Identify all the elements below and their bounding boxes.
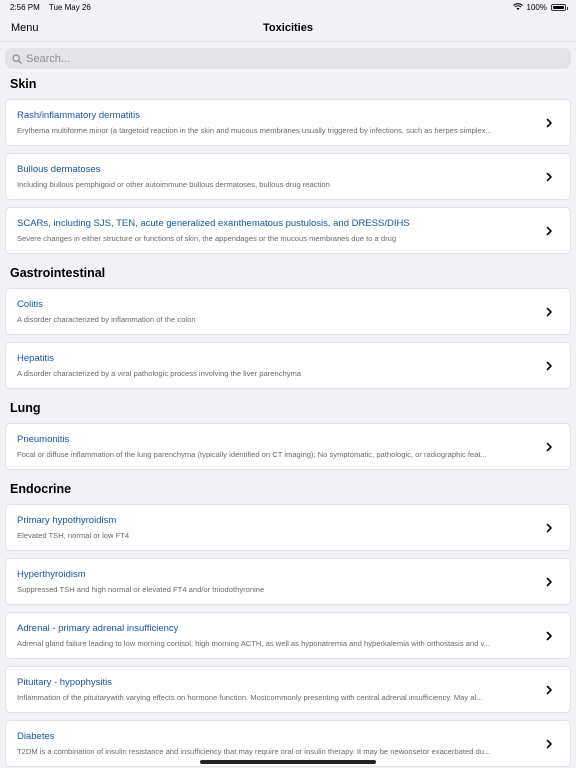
search-box[interactable] [5, 48, 571, 69]
item-title: Rash/inflammatory dermatitis [17, 110, 141, 121]
chevron-right-icon [546, 226, 552, 236]
chevron-right-icon [546, 523, 552, 533]
chevron-right-icon [546, 577, 552, 587]
battery-percent: 100% [526, 2, 547, 12]
item-title: SCARs, including SJS, TEN, acute general… [17, 218, 410, 229]
section-header-lung: Lung [10, 401, 41, 415]
item-description: A disorder characterized by a viral path… [17, 369, 302, 378]
status-date: Tue May 26 [48, 2, 91, 12]
chevron-right-icon [546, 631, 552, 641]
item-title: Adrenal - primary adrenal insufficiency [17, 623, 179, 634]
chevron-right-icon [546, 118, 552, 128]
toxicity-list: Skin Rash/inflammatory dermatitis Erythema… [0, 72, 576, 767]
status-left: 2:56 PM Tue May 26 [10, 3, 98, 12]
item-title: Primary hypothyroidism [17, 515, 117, 526]
battery-icon [551, 3, 568, 11]
nav-bar: Menu Toxicities [0, 14, 576, 42]
item-title: Pneumonitis [17, 434, 70, 445]
home-indicator [200, 760, 376, 764]
item-description: Including bullous pemphigoid or other au… [17, 180, 330, 189]
list-item[interactable]: Adrenal - primary adrenal insufficiency A… [5, 612, 571, 659]
search-icon [12, 53, 22, 64]
status-bar: 2:56 PM Tue May 26 100% [0, 0, 576, 14]
list-item[interactable]: Primary hypothyroidism Elevated TSH, norm… [5, 504, 571, 551]
chevron-right-icon [546, 442, 552, 452]
item-title: Hyperthyroidism [17, 569, 86, 580]
search-bar [0, 42, 576, 72]
status-right: 100% [512, 2, 568, 12]
section-header-endocrine: Endocrine [10, 482, 72, 496]
section-header-skin: Skin [10, 77, 37, 91]
list-item[interactable]: Bullous dermatoses Including bullous pemp… [5, 153, 571, 200]
list-item[interactable]: Hyperthyroidism Suppressed TSH and high n… [5, 558, 571, 605]
list-item[interactable]: SCARs, including SJS, TEN, acute general… [5, 207, 571, 254]
menu-button[interactable]: Menu [11, 22, 39, 34]
item-description: A disorder characterized by inflammation… [17, 315, 196, 324]
item-title: Bullous dermatoses [17, 164, 101, 175]
item-title: Hepatitis [17, 353, 54, 364]
item-description: Elevated TSH, normal or low FT4 [17, 531, 130, 540]
chevron-right-icon [546, 361, 552, 371]
item-description: Severe changes in either structure or fu… [17, 234, 397, 243]
section-header-gastrointestinal: Gastrointestinal [10, 266, 106, 280]
search-input[interactable] [26, 52, 564, 65]
item-description: Adrenal gland failure leading to low mor… [17, 639, 491, 648]
page-title: Toxicities [263, 21, 313, 34]
item-description: T2DM is a combination of insulin resista… [17, 747, 491, 756]
list-item[interactable]: Colitis A disorder characterized by infla… [5, 288, 571, 335]
wifi-icon [512, 3, 523, 10]
chevron-right-icon [546, 685, 552, 695]
item-title: Colitis [17, 299, 43, 310]
item-title: Pituitary - hypophysitis [17, 677, 113, 688]
item-description: Inflammation of the pituitarywith varyin… [17, 693, 483, 702]
list-item[interactable]: Rash/inflammatory dermatitis Erythema mul… [5, 99, 571, 146]
list-item[interactable]: Pituitary - hypophysitis Inflammation of … [5, 666, 571, 713]
status-time: 2:56 PM [10, 2, 40, 12]
list-item[interactable]: Hepatitis A disorder characterized by a v… [5, 342, 571, 389]
item-description: Suppressed TSH and high normal or elevat… [17, 585, 265, 594]
chevron-right-icon [546, 307, 552, 317]
item-description: Focal or diffuse inflammation of the lun… [17, 450, 487, 459]
item-description: Erythema multiforme minor (a targetoid r… [17, 126, 492, 135]
list-item[interactable]: Pneumonitis Focal or diffuse inflammation… [5, 423, 571, 470]
item-title: Diabetes [17, 731, 55, 742]
chevron-right-icon [546, 739, 552, 749]
chevron-right-icon [546, 172, 552, 182]
